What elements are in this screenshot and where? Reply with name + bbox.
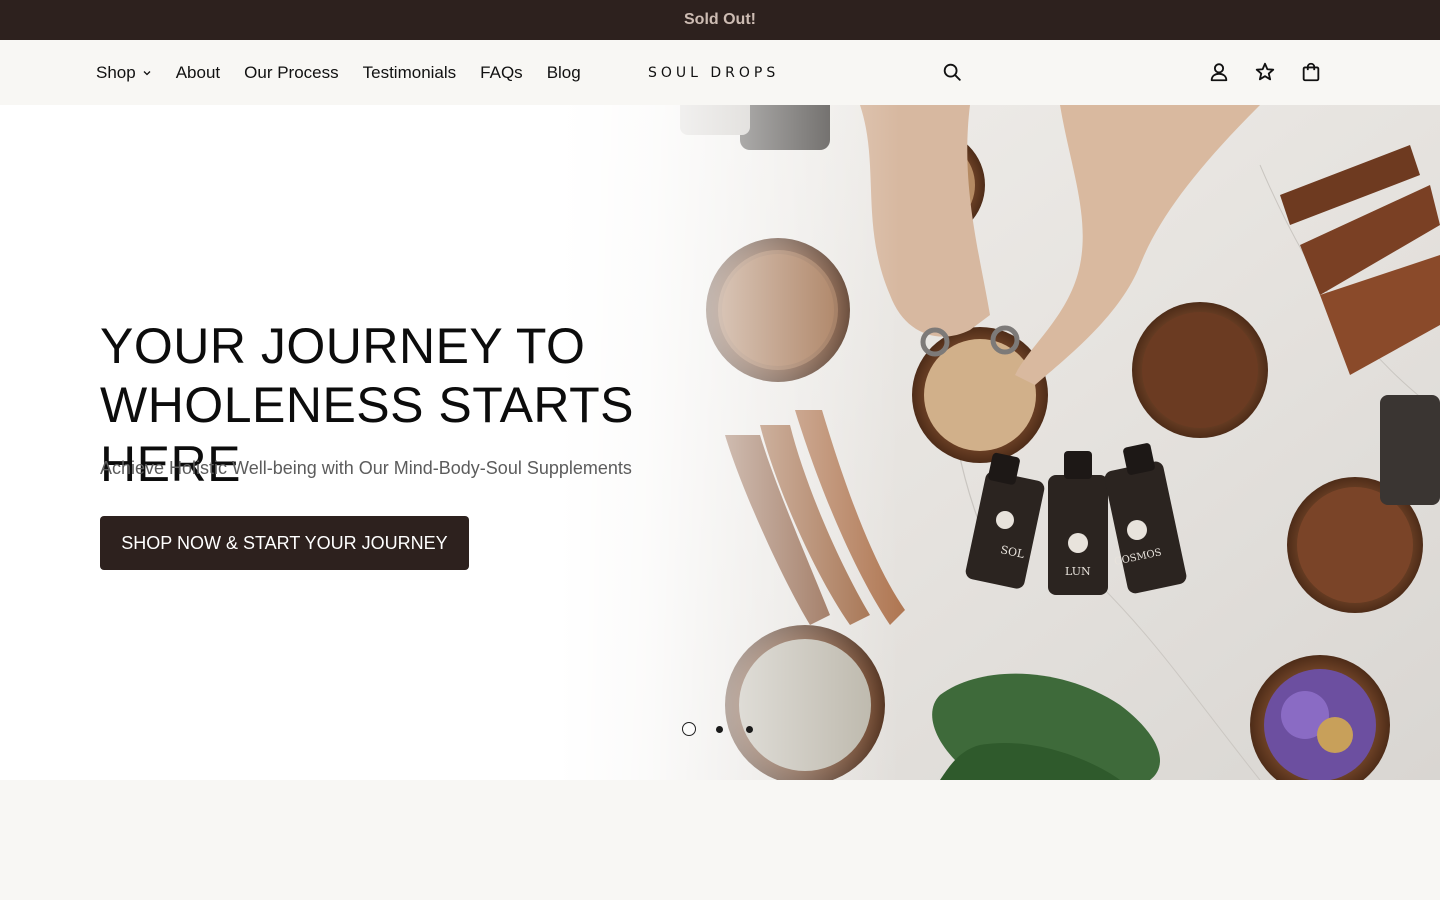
nav-item-label: Shop	[96, 62, 136, 82]
hero-subheadline: Achieve Holistic Well-being with Our Min…	[100, 458, 632, 478]
announcement-text: Sold Out!	[684, 11, 756, 28]
nav-item-label: Blog	[546, 62, 581, 82]
slideshow-pagination	[682, 722, 756, 736]
nav-item-label: Testimonials	[362, 62, 457, 82]
hero-headline-line1: YOUR JOURNEY TO	[100, 318, 586, 374]
wishlist-star-icon[interactable]	[1253, 60, 1277, 84]
nav-item-faqs[interactable]: FAQs	[480, 63, 523, 83]
cart-bag-icon[interactable]	[1299, 60, 1323, 84]
main-nav: Shop About Our Process Testimonials FAQs…	[96, 40, 581, 105]
nav-item-our-process[interactable]: Our Process	[244, 63, 338, 83]
nav-item-label: About	[175, 62, 221, 82]
bottle-label-lun: LUN	[1065, 565, 1091, 578]
account-icon[interactable]	[1207, 60, 1231, 84]
nav-item-shop[interactable]: Shop	[96, 63, 152, 83]
nav-item-testimonials[interactable]: Testimonials	[363, 63, 457, 83]
site-header: Shop About Our Process Testimonials FAQs…	[0, 40, 1440, 105]
nav-item-about[interactable]: About	[176, 63, 220, 83]
nav-item-label: Our Process	[244, 62, 339, 82]
slide-dot-3[interactable]	[742, 722, 756, 736]
announcement-bar: Sold Out!	[0, 0, 1440, 40]
slide-dot-1[interactable]	[682, 722, 696, 736]
nav-item-label: FAQs	[480, 62, 523, 82]
hero-banner: SOL LUN COSMOS YOUR JOURNEY TO WHOLENESS…	[0, 105, 1440, 780]
chevron-down-icon	[143, 70, 151, 75]
next-section	[0, 780, 1440, 900]
shop-now-button[interactable]: SHOP NOW & START YOUR JOURNEY	[100, 516, 469, 570]
nav-item-blog[interactable]: Blog	[547, 63, 581, 83]
search-icon[interactable]	[940, 60, 964, 84]
slide-dot-2[interactable]	[712, 722, 726, 736]
site-logo[interactable]: SOUL DROPS	[648, 40, 779, 105]
